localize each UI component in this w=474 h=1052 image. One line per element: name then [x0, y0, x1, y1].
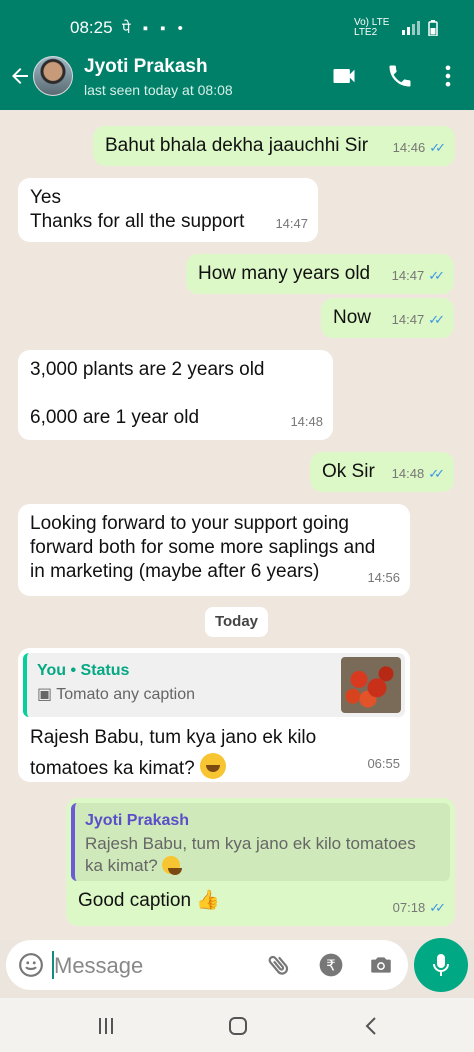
read-ticks-icon: ✓✓: [429, 900, 446, 915]
grinning-emoji-icon: [162, 856, 183, 875]
status-notification-icons: पे ▪ ▪ •: [122, 20, 187, 37]
photo-icon: ▣: [37, 686, 57, 703]
network-label: Vo) LTE LTE2: [354, 17, 390, 38]
read-ticks-icon: ✓✓: [428, 268, 445, 283]
more-vert-icon[interactable]: [434, 62, 462, 90]
message-line: in marketing (maybe after 6 years): [30, 561, 320, 582]
message-line: 6,000 are 1 year old: [30, 407, 200, 428]
message-outgoing[interactable]: Now 14:47 ✓✓: [321, 298, 454, 338]
message-time: 14:56: [367, 570, 400, 585]
message-line: forward both for some more saplings and: [30, 537, 376, 558]
status-thumbnail: [341, 657, 401, 713]
message-line: Thanks for all the support: [30, 211, 245, 232]
message-meta: 06:55: [367, 752, 400, 776]
quote-line: Rajesh Babu, tum kya jano ek kilo tomato…: [85, 834, 416, 853]
message-composer: Message ₹: [6, 940, 408, 990]
phone-icon[interactable]: [386, 62, 414, 90]
rupee-payment-icon[interactable]: ₹: [318, 952, 344, 978]
message-input[interactable]: Message: [54, 953, 143, 979]
message-meta: 14:56: [367, 566, 400, 590]
quote-title: Jyoti Prakash: [85, 812, 190, 829]
message-time: 06:55: [367, 756, 400, 771]
thumbs-up-icon: 👍: [191, 890, 220, 911]
attach-icon[interactable]: [266, 952, 292, 978]
message-line: tomatoes ka kimat?: [30, 758, 195, 779]
quote-line: ka kimat?: [85, 855, 440, 877]
back-arrow-icon[interactable]: [8, 62, 32, 90]
last-seen-status: last seen today at 08:08: [84, 82, 233, 98]
message-meta: 14:48 ✓✓: [391, 462, 445, 486]
contact-avatar[interactable]: [33, 56, 73, 96]
read-ticks-icon: ✓✓: [429, 140, 446, 155]
message-text: Good caption: [78, 890, 192, 911]
message-time: 14:46: [392, 140, 426, 155]
message-incoming-reply[interactable]: You • Status ▣ Tomato any caption Rajesh…: [18, 648, 410, 782]
message-meta: 14:46 ✓✓: [392, 136, 446, 160]
battery-icon: [428, 20, 438, 36]
contact-name[interactable]: Jyoti Prakash: [84, 56, 208, 78]
status-time: 08:25: [70, 18, 113, 37]
message-time: 14:47: [275, 216, 308, 231]
message-line: Rajesh Babu, tum kya jano ek kilo: [30, 727, 317, 748]
grinning-emoji-icon: [200, 753, 227, 779]
quote-subtitle-text: Tomato any caption: [56, 686, 196, 703]
mic-icon: [433, 954, 449, 976]
message-line: 3,000 plants are 2 years old: [30, 359, 265, 380]
message-meta: 14:47 ✓✓: [391, 264, 445, 288]
emoji-icon[interactable]: [18, 952, 44, 978]
message-outgoing-reply[interactable]: Jyoti Prakash Rajesh Babu, tum kya jano …: [66, 798, 455, 926]
chat-header: Jyoti Prakash last seen today at 08:08: [0, 48, 474, 110]
message-time: 14:47: [391, 268, 425, 283]
message-meta: 14:47 ✓✓: [391, 308, 445, 332]
video-call-icon[interactable]: [330, 62, 358, 90]
message-outgoing[interactable]: Bahut bhala dekha jaauchhi Sir 14:46 ✓✓: [93, 126, 455, 166]
voice-message-button[interactable]: [414, 938, 468, 992]
svg-text:₹: ₹: [326, 956, 336, 974]
chat-area[interactable]: Bahut bhala dekha jaauchhi Sir 14:46 ✓✓ Y…: [0, 110, 474, 940]
message-time: 07:18: [392, 900, 426, 915]
message-text: Now: [333, 307, 372, 328]
read-ticks-icon: ✓✓: [428, 312, 445, 327]
quoted-message[interactable]: Jyoti Prakash Rajesh Babu, tum kya jano …: [71, 803, 450, 881]
message-meta: 07:18 ✓✓: [392, 896, 446, 920]
message-text: How many years old: [198, 263, 371, 284]
message-line: Yes: [30, 187, 61, 208]
message-text: Bahut bhala dekha jaauchhi Sir: [105, 135, 369, 156]
day-divider: Today: [205, 607, 268, 637]
message-time: 14:47: [391, 312, 425, 327]
message-time: 14:48: [290, 414, 323, 429]
status-bar: 08:25 पे ▪ ▪ • Vo) LTE LTE2: [0, 0, 474, 48]
status-right-icons: Vo) LTE LTE2: [354, 18, 438, 38]
message-text: Ok Sir: [322, 461, 375, 482]
recents-icon[interactable]: [94, 1014, 118, 1038]
nav-back-icon[interactable]: [360, 1014, 384, 1038]
camera-icon[interactable]: [368, 952, 394, 978]
quoted-status[interactable]: You • Status ▣ Tomato any caption: [23, 653, 405, 717]
message-incoming[interactable]: Yes Thanks for all the support 14:47: [18, 178, 318, 242]
message-time: 14:48: [391, 466, 425, 481]
read-ticks-icon: ✓✓: [428, 466, 445, 481]
home-icon[interactable]: [226, 1014, 250, 1038]
message-meta: 14:47: [275, 212, 308, 236]
message-outgoing[interactable]: How many years old 14:47 ✓✓: [186, 254, 454, 294]
message-incoming[interactable]: 3,000 plants are 2 years old 6,000 are 1…: [18, 350, 333, 440]
message-line: Looking forward to your support going: [30, 513, 349, 534]
message-outgoing[interactable]: Ok Sir 14:48 ✓✓: [310, 452, 454, 492]
message-meta: 14:48: [290, 410, 323, 434]
signal-icon: [402, 21, 420, 35]
message-incoming[interactable]: Looking forward to your support going fo…: [18, 504, 410, 596]
system-nav-bar: [0, 998, 474, 1052]
top-bar: 08:25 पे ▪ ▪ • Vo) LTE LTE2 Jyoti Prakas…: [0, 0, 474, 110]
